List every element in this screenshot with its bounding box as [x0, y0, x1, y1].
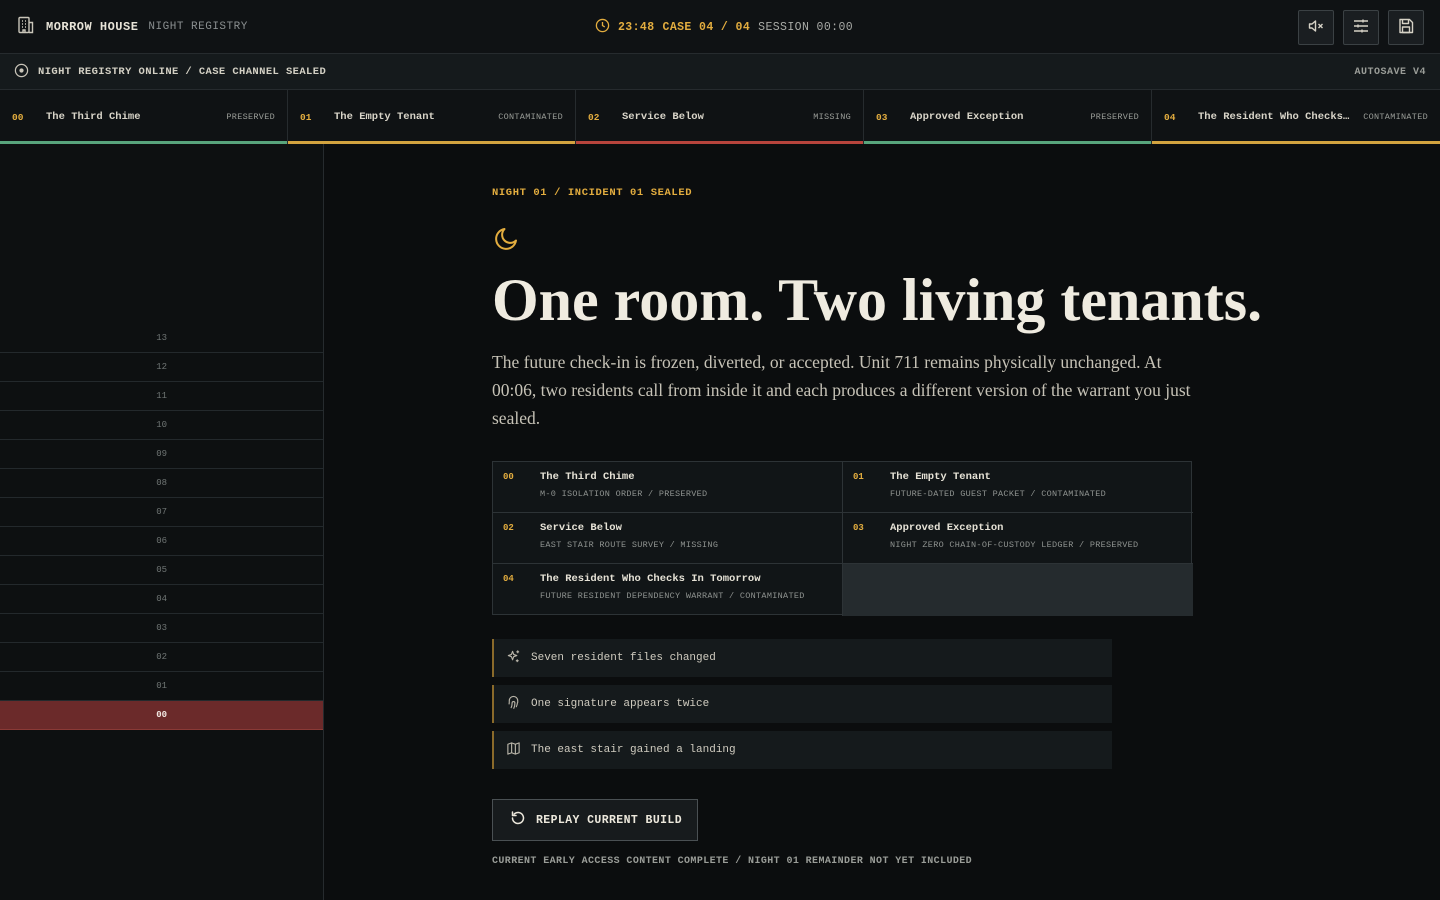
floor-row-06[interactable]: 06: [0, 527, 323, 556]
tab-case-00[interactable]: 00 The Third Chime PRESERVED: [0, 90, 288, 144]
note-text: Seven resident files changed: [531, 652, 716, 664]
status-message: NIGHT REGISTRY ONLINE / CASE CHANNEL SEA…: [14, 54, 326, 90]
note-text: The east stair gained a landing: [531, 744, 736, 756]
build-footnote: CURRENT EARLY ACCESS CONTENT COMPLETE / …: [492, 856, 973, 867]
case-tabs: 00 The Third Chime PRESERVED 01 The Empt…: [0, 90, 1440, 144]
brand-subtitle: NIGHT REGISTRY: [148, 21, 248, 33]
floor-row-10[interactable]: 10: [0, 411, 323, 440]
case-title: The Empty Tenant: [890, 471, 991, 483]
replay-button[interactable]: REPLAY CURRENT BUILD: [492, 799, 698, 841]
tab-number: 00: [12, 111, 24, 123]
clock-time: 23:48: [618, 20, 655, 34]
floor-row-03[interactable]: 03: [0, 614, 323, 643]
floor-row-08[interactable]: 08: [0, 469, 323, 498]
moon-icon: [492, 223, 522, 253]
case-subtitle: M-0 ISOLATION ORDER / PRESERVED: [540, 489, 708, 499]
mute-icon: [1307, 17, 1325, 39]
status-bar: NIGHT REGISTRY ONLINE / CASE CHANNEL SEA…: [0, 54, 1440, 90]
floor-row-04[interactable]: 04: [0, 585, 323, 614]
note-text: One signature appears twice: [531, 698, 710, 710]
note-item: Seven resident files changed: [492, 639, 1112, 677]
tab-title: The Third Chime: [46, 111, 141, 123]
change-notes: Seven resident files changed One signatu…: [492, 639, 1112, 777]
case-title: The Resident Who Checks In Tomorrow: [540, 573, 761, 585]
case-number: 03: [853, 523, 864, 533]
case-card-01[interactable]: 01 The Empty Tenant FUTURE-DATED GUEST P…: [843, 462, 1193, 513]
case-card-02[interactable]: 02 Service Below EAST STAIR ROUTE SURVEY…: [493, 513, 843, 564]
session-timer: SESSION 00:00: [758, 20, 854, 34]
save-button[interactable]: [1388, 10, 1424, 45]
note-item: One signature appears twice: [492, 685, 1112, 723]
fingerprint-icon: [506, 695, 521, 714]
case-title: Service Below: [540, 522, 622, 534]
case-subtitle: NIGHT ZERO CHAIN-OF-CUSTODY LEDGER / PRE…: [890, 540, 1139, 550]
sparkles-icon: [506, 649, 521, 668]
incident-kicker: NIGHT 01 / INCIDENT 01 SEALED: [492, 187, 693, 199]
tab-title: Approved Exception: [910, 111, 1024, 123]
case-number: 01: [853, 472, 864, 482]
floor-row-11[interactable]: 11: [0, 382, 323, 411]
tab-status: MISSING: [813, 112, 851, 122]
top-bar: MORROW HOUSE NIGHT REGISTRY 23:48 CASE 0…: [0, 0, 1440, 54]
floor-row-12[interactable]: 12: [0, 353, 323, 382]
floor-selector: 13 12 11 10 09 08 07 06 05 04 03 02 01 0…: [0, 144, 324, 900]
floor-row-01[interactable]: 01: [0, 672, 323, 701]
tab-status: PRESERVED: [1090, 112, 1139, 122]
rotate-icon: [510, 810, 526, 830]
note-item: The east stair gained a landing: [492, 731, 1112, 769]
map-icon: [506, 741, 521, 760]
page-title: One room. Two living tenants.: [492, 267, 1263, 333]
tab-title: Service Below: [622, 111, 704, 123]
case-grid: 00 The Third Chime M-0 ISOLATION ORDER /…: [492, 461, 1193, 616]
tab-title: The Empty Tenant: [334, 111, 435, 123]
case-title: The Third Chime: [540, 471, 635, 483]
tab-title: The Resident Who Checks In Tomorrow: [1198, 111, 1356, 123]
main-panel: NIGHT 01 / INCIDENT 01 SEALED One room. …: [325, 144, 1440, 900]
brand: MORROW HOUSE NIGHT REGISTRY: [16, 0, 248, 54]
tab-status: PRESERVED: [226, 112, 275, 122]
building-icon: [16, 15, 36, 39]
toolbar: [1298, 10, 1424, 45]
status-text: NIGHT REGISTRY ONLINE / CASE CHANNEL SEA…: [38, 66, 327, 78]
tab-status: CONTAMINATED: [498, 112, 563, 122]
tab-number: 01: [300, 111, 312, 123]
floor-row-13[interactable]: 13: [0, 324, 323, 353]
case-card-03[interactable]: 03 Approved Exception NIGHT ZERO CHAIN-O…: [843, 513, 1193, 564]
tab-status: CONTAMINATED: [1363, 112, 1428, 122]
save-icon: [1397, 17, 1415, 39]
tab-case-02[interactable]: 02 Service Below MISSING: [576, 90, 864, 144]
floor-row-05[interactable]: 05: [0, 556, 323, 585]
case-subtitle: EAST STAIR ROUTE SURVEY / MISSING: [540, 540, 719, 550]
tab-case-01[interactable]: 01 The Empty Tenant CONTAMINATED: [288, 90, 576, 144]
tab-number: 03: [876, 111, 888, 123]
replay-label: REPLAY CURRENT BUILD: [536, 813, 683, 827]
case-number: 02: [503, 523, 514, 533]
case-subtitle: FUTURE-DATED GUEST PACKET / CONTAMINATED: [890, 489, 1107, 499]
page-description: The future check-in is frozen, diverted,…: [492, 352, 1191, 428]
mute-button[interactable]: [1298, 10, 1334, 45]
clock-icon: [595, 18, 610, 37]
case-subtitle: FUTURE RESIDENT DEPENDENCY WARRANT / CON…: [540, 591, 805, 601]
floor-row-02[interactable]: 02: [0, 643, 323, 672]
tab-number: 04: [1164, 111, 1176, 123]
settings-button[interactable]: [1343, 10, 1379, 45]
empty-case-slot: [843, 564, 1193, 616]
case-counter: CASE 04 / 04: [662, 20, 751, 34]
floor-row-07[interactable]: 07: [0, 498, 323, 527]
floor-row-00-active[interactable]: 00: [0, 701, 323, 730]
case-number: 04: [503, 574, 514, 584]
target-icon: [14, 63, 29, 82]
case-card-00[interactable]: 00 The Third Chime M-0 ISOLATION ORDER /…: [493, 462, 843, 513]
case-number: 00: [503, 472, 514, 482]
sliders-icon: [1352, 17, 1370, 39]
clock-readout: 23:48 CASE 04 / 04 SESSION 00:00: [595, 0, 853, 54]
tab-case-03[interactable]: 03 Approved Exception PRESERVED: [864, 90, 1152, 144]
autosave-indicator: AUTOSAVE V4: [1354, 66, 1426, 78]
brand-name: MORROW HOUSE: [46, 20, 139, 34]
tab-number: 02: [588, 111, 600, 123]
floor-row-09[interactable]: 09: [0, 440, 323, 469]
case-title: Approved Exception: [890, 522, 1004, 534]
tab-case-04[interactable]: 04 The Resident Who Checks In Tomorrow C…: [1152, 90, 1440, 144]
case-card-04[interactable]: 04 The Resident Who Checks In Tomorrow F…: [493, 564, 843, 616]
